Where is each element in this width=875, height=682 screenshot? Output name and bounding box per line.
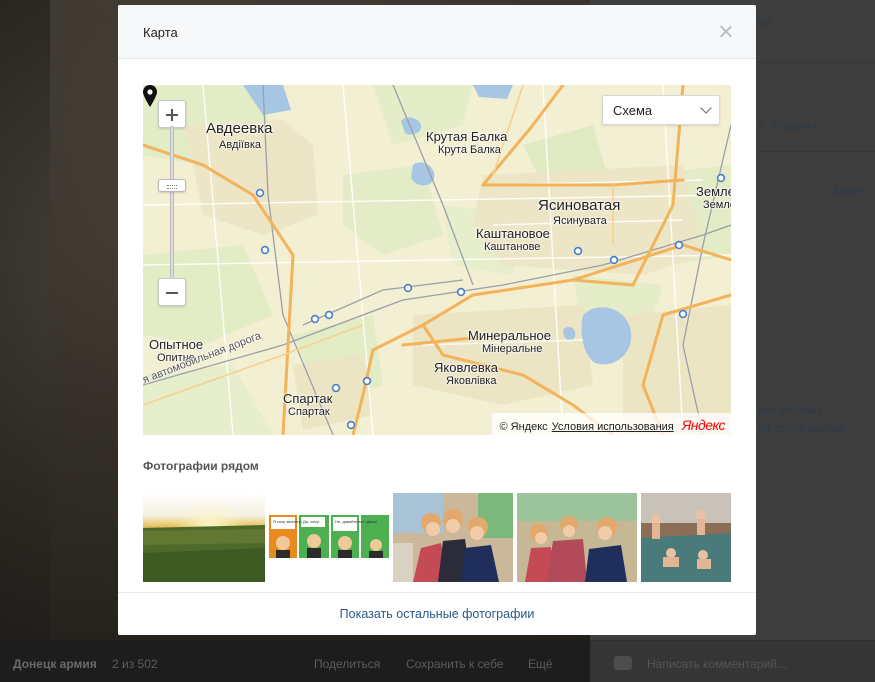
comment-hint-2: ой фотографии. — [758, 421, 848, 435]
map-label-zemle: Земле — [696, 184, 731, 199]
zoom-out-button[interactable] — [158, 278, 186, 306]
comic-bubble-3: Не, давайте вот здесь! — [335, 519, 377, 524]
plus-icon-stem — [171, 108, 174, 121]
photo-counter: 2 из 502 — [112, 657, 158, 671]
map-copyright: © Яндекс Условия использования Яндекс — [491, 413, 731, 435]
map-label-kashtanovoe-ua: Каштанове — [484, 241, 541, 253]
map-label-avdeevka-ua: Авдіївка — [219, 139, 261, 151]
map-view[interactable]: Авдеевка Авдіївка Крутая Балка Крута Бал… — [143, 85, 731, 435]
photo-group-women — [393, 493, 513, 582]
map-label-mineralnoe: Минеральное — [468, 328, 551, 343]
nearby-photo-4[interactable] — [517, 493, 637, 582]
minus-icon — [166, 291, 178, 294]
nearby-photo-5[interactable] — [641, 493, 731, 582]
terms-link[interactable]: Условия использования — [552, 421, 674, 433]
map-label-yasinovataya: Ясиноватая — [538, 197, 621, 214]
photo-location[interactable]: е, Украина — [758, 118, 817, 132]
map-label-yasinovataya-ua: Ясинувата — [553, 215, 607, 227]
location-pin-icon[interactable] — [143, 85, 157, 107]
map-label-krutaya-balka: Крутая Балка — [426, 129, 508, 144]
comic-bubble-2: Да, хочу! — [303, 519, 319, 524]
photo-hot-spring — [641, 493, 731, 582]
nearby-photo-1[interactable] — [143, 493, 265, 582]
nearby-photo-3[interactable] — [393, 493, 513, 582]
comic-bubble-1: Я хочу звонить! — [273, 519, 302, 524]
map-type-select[interactable]: Схема — [602, 95, 720, 125]
comment-hint-1: кто оставит — [758, 403, 823, 417]
album-name[interactable]: Донецк армия — [13, 657, 97, 671]
save-link[interactable]: Сохранить к себе — [406, 657, 504, 671]
nearby-photo-2[interactable]: Я хочу звонить! Да, хочу! Не, давайте во… — [269, 493, 389, 582]
chevron-down-icon — [700, 102, 712, 114]
map-label-krutaya-balka-ua: Крута Балка — [438, 144, 501, 156]
map-label-spartak: Спартак — [283, 391, 333, 406]
map-modal: Карта Авдеевка Авдіївка Крутая Балка Кру… — [118, 5, 756, 635]
map-label-yakovlevka-ua: Яковлівка — [446, 375, 497, 387]
comment-bar[interactable]: Написать комментарий... — [590, 640, 875, 682]
modal-footer: Показать остальные фотографии — [118, 592, 756, 635]
zoom-slider-handle[interactable] — [158, 179, 186, 192]
more-link[interactable]: Ещё — [528, 657, 553, 671]
copyright-text: © Яндекс — [499, 421, 548, 433]
map-label-kashtanovoe: Каштановое — [476, 226, 550, 241]
comment-input[interactable]: Написать комментарий... — [647, 657, 787, 671]
yandex-logo-text: Яндекс — [681, 417, 726, 433]
map-type-selected: Схема — [613, 103, 653, 118]
panel-text-top: ов — [758, 15, 772, 29]
photo-viewer-bottom-bar: Донецк армия 2 из 502 Поделиться Сохрани… — [0, 640, 590, 682]
close-icon[interactable] — [716, 22, 736, 42]
zoom-in-button[interactable] — [158, 100, 186, 128]
map-label-mineralnoe-ua: Мінеральне — [482, 343, 543, 355]
yandex-logo[interactable]: Яндекс — [681, 417, 726, 433]
photo-comic-strip: Я хочу звонить! Да, хочу! Не, давайте во… — [269, 513, 389, 560]
map-label-spartak-ua: Спартак — [288, 406, 330, 418]
panel-text-top-right: Земл — [832, 184, 862, 198]
camera-icon[interactable] — [614, 656, 632, 670]
photo-group-women-2 — [517, 493, 637, 582]
nearby-photos-title: Фотографии рядом — [143, 459, 259, 473]
modal-header: Карта — [118, 5, 756, 59]
map-label-opytnoe: Опытное — [149, 337, 204, 352]
photo-field-sunset — [143, 493, 265, 582]
zoom-slider-track[interactable] — [170, 126, 174, 280]
map-label-yakovlevka: Яковлевка — [434, 360, 498, 375]
share-link[interactable]: Поделиться — [314, 657, 380, 671]
map-label-zemle-ua: Земле — [703, 199, 731, 211]
modal-title: Карта — [143, 25, 178, 40]
show-more-photos-link[interactable]: Показать остальные фотографии — [118, 607, 756, 621]
map-label-avdeevka: Авдеевка — [206, 120, 273, 137]
